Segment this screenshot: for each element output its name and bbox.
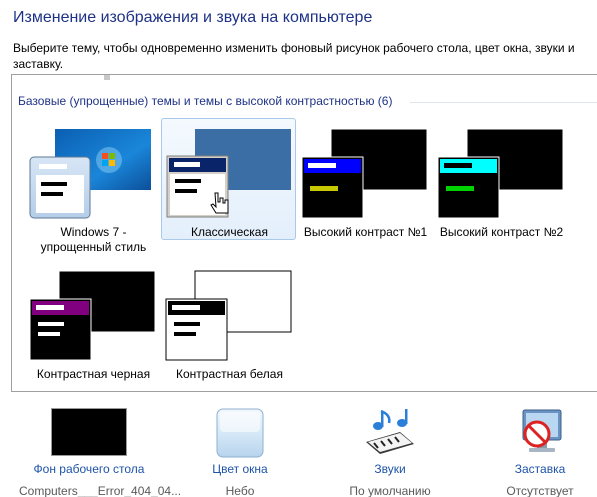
window-color-icon: [216, 408, 264, 458]
theme-high-contrast-black[interactable]: Контрастная черная: [25, 261, 160, 383]
sounds-icon: [366, 409, 414, 454]
sounds-link[interactable]: Звуки: [320, 462, 460, 476]
theme-label: Windows 7 - упрощенный стиль: [40, 225, 147, 254]
theme-preview: [165, 270, 292, 361]
theme-windows7-basic[interactable]: Windows 7 - упрощенный стиль: [25, 119, 160, 254]
window-color-setting[interactable]: Цвет окна Небо: [170, 400, 310, 497]
theme-list[interactable]: Базовые (упрощенные) темы и темы с высок…: [11, 74, 597, 392]
theme-label: Высокий контраст №2: [439, 225, 564, 239]
theme-preview: [301, 128, 428, 219]
desktop-background-value: Computers___Error_404_04...: [19, 484, 182, 497]
theme-label: Высокий контраст №1: [303, 225, 428, 239]
sounds-setting[interactable]: Звуки По умолчанию: [320, 400, 460, 497]
desktop-background-link[interactable]: Фон рабочего стола: [19, 462, 159, 476]
sounds-value: По умолчанию: [349, 484, 431, 497]
theme-high-contrast-white[interactable]: Контрастная белая: [161, 261, 296, 383]
personalization-settings-bar: Фон рабочего стола Computers___Error_404…: [0, 400, 597, 497]
theme-high-contrast-1[interactable]: Высокий контраст №1: [297, 119, 432, 241]
window-color-link[interactable]: Цвет окна: [170, 462, 310, 476]
theme-label: Контрастная черная: [36, 367, 151, 381]
theme-preview: [29, 270, 156, 361]
theme-group-header[interactable]: Базовые (упрощенные) темы и темы с высок…: [18, 94, 392, 108]
theme-preview: [166, 129, 291, 218]
desktop-background-setting[interactable]: Фон рабочего стола Computers___Error_404…: [19, 400, 182, 497]
theme-high-contrast-2[interactable]: Высокий контраст №2: [433, 119, 568, 241]
screensaver-value: Отсутствует: [506, 484, 574, 497]
theme-classic[interactable]: Классическая: [161, 118, 296, 240]
screensaver-icon: [522, 409, 562, 452]
theme-label: Классическая: [191, 225, 268, 239]
theme-preview: [437, 128, 564, 219]
theme-preview: [29, 129, 151, 219]
theme-label: Контрастная белая: [176, 367, 283, 381]
desktop-background-icon: [51, 408, 127, 456]
window-color-value: Небо: [225, 484, 255, 497]
screensaver-link[interactable]: Заставка: [470, 462, 597, 476]
scrollbar[interactable]: [104, 75, 110, 80]
screensaver-setting[interactable]: Заставка Отсутствует: [470, 400, 597, 497]
page-description: Выберите тему, чтобы одновременно измени…: [13, 41, 575, 71]
page-title: Изменение изображения и звука на компьют…: [13, 9, 373, 26]
group-divider: [410, 102, 597, 103]
